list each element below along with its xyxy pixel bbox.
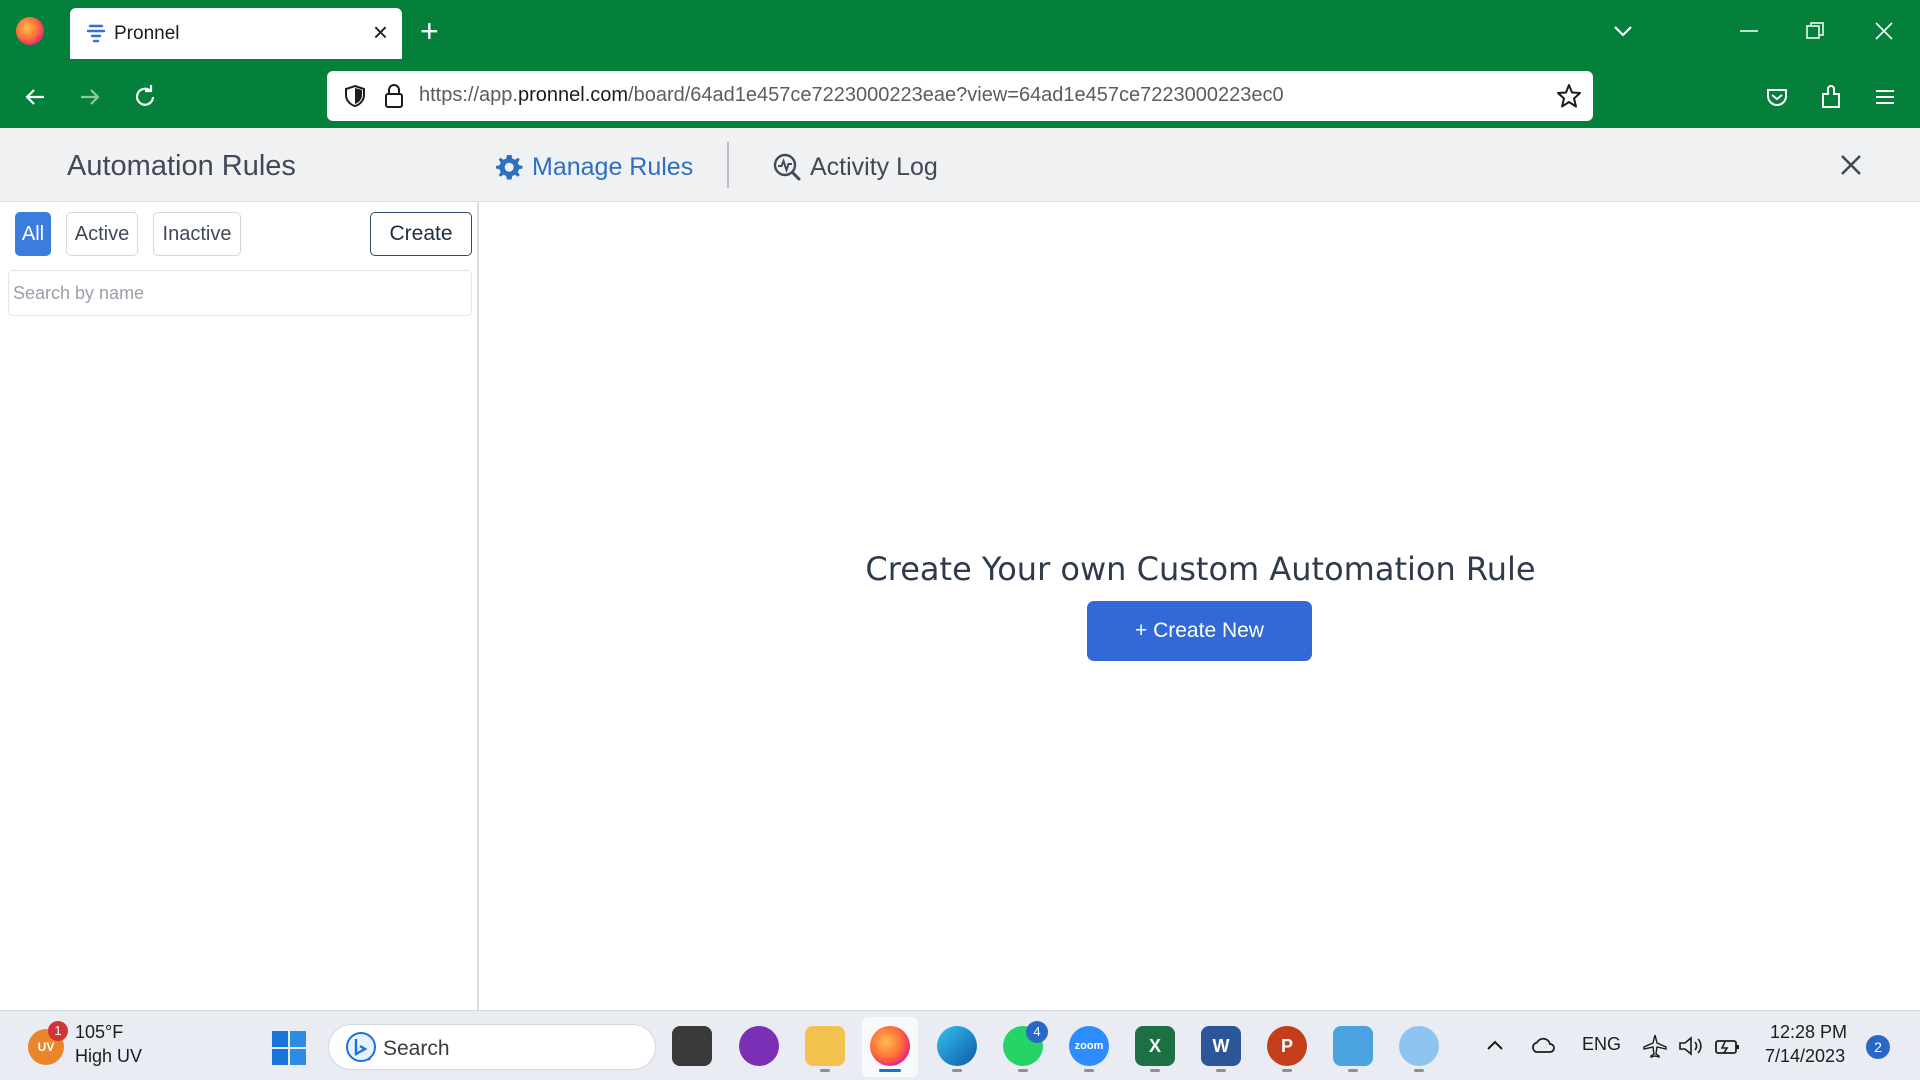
- bookmark-star-icon[interactable]: [1555, 82, 1583, 110]
- address-bar[interactable]: https://app.pronnel.com/board/64ad1e457c…: [327, 71, 1593, 121]
- edge-icon[interactable]: [937, 1026, 977, 1066]
- create-new-button[interactable]: + Create New: [1087, 601, 1312, 661]
- running-indicator: [1348, 1069, 1358, 1072]
- battery-icon[interactable]: [1714, 1033, 1740, 1059]
- clock-date[interactable]: 7/14/2023: [1765, 1046, 1845, 1067]
- list-tabs-chevron-icon[interactable]: [1610, 18, 1636, 44]
- windows-start-icon[interactable]: [271, 1030, 307, 1066]
- firefox-icon[interactable]: [16, 17, 44, 45]
- chevron-up-icon[interactable]: [1482, 1033, 1508, 1059]
- taskview-app-icon[interactable]: [672, 1026, 712, 1066]
- reload-icon[interactable]: [130, 82, 160, 112]
- browser-nav-bar: https://app.pronnel.com/board/64ad1e457c…: [0, 66, 1920, 128]
- running-indicator: [952, 1069, 962, 1072]
- language-indicator[interactable]: ENG: [1582, 1034, 1621, 1055]
- powerpoint-icon[interactable]: P: [1267, 1026, 1307, 1066]
- page-title: Automation Rules: [67, 150, 296, 182]
- running-indicator: [820, 1069, 830, 1072]
- back-arrow-icon[interactable]: [20, 82, 50, 112]
- excel-icon[interactable]: X: [1135, 1026, 1175, 1066]
- filter-all-button[interactable]: All: [15, 212, 51, 256]
- menu-hamburger-icon[interactable]: [1870, 82, 1900, 112]
- window-close-icon[interactable]: [1872, 18, 1896, 44]
- active-indicator: [879, 1069, 901, 1072]
- create-button[interactable]: Create: [370, 212, 472, 256]
- tab-close-icon[interactable]: ×: [373, 19, 388, 45]
- browser-tab[interactable]: Pronnel ×: [70, 8, 402, 59]
- notification-badge[interactable]: 2: [1866, 1035, 1890, 1059]
- activity-log-label: Activity Log: [810, 152, 938, 181]
- running-indicator: [1084, 1069, 1094, 1072]
- filter-active-button[interactable]: Active: [66, 212, 138, 256]
- close-icon[interactable]: [1836, 150, 1866, 180]
- empty-state-title: Create Your own Custom Automation Rule: [865, 550, 1536, 588]
- tab-activity-log[interactable]: Activity Log: [772, 150, 938, 184]
- filter-inactive-button[interactable]: Inactive: [153, 212, 241, 256]
- lock-icon[interactable]: [383, 83, 405, 109]
- search-input[interactable]: Search by name: [8, 270, 472, 316]
- firefox-taskbar-icon[interactable]: [870, 1026, 910, 1066]
- gear-icon: [496, 155, 523, 180]
- file-explorer-icon[interactable]: [805, 1026, 845, 1066]
- tab-manage-rules[interactable]: Manage Rules: [494, 150, 693, 184]
- running-indicator: [1216, 1069, 1226, 1072]
- manage-rules-label: Manage Rules: [532, 152, 694, 181]
- volume-icon[interactable]: [1677, 1033, 1703, 1059]
- forward-arrow-icon[interactable]: [75, 82, 105, 112]
- taskbar-search-label: Search: [383, 1037, 450, 1060]
- notepad-icon[interactable]: [1333, 1026, 1373, 1066]
- airplane-mode-icon[interactable]: [1642, 1033, 1668, 1059]
- rules-sidebar: All Active Inactive Create Search by nam…: [0, 202, 479, 1010]
- tab-title: Pronnel: [114, 23, 180, 44]
- header-divider: [727, 142, 729, 188]
- running-indicator: [1150, 1069, 1160, 1072]
- bing-icon[interactable]: [345, 1031, 377, 1063]
- clock-time[interactable]: 12:28 PM: [1770, 1022, 1847, 1043]
- rules-main-area: Create Your own Custom Automation Rule +…: [481, 202, 1920, 1010]
- taskbar-search[interactable]: Search: [328, 1024, 656, 1070]
- weather-description[interactable]: High UV: [75, 1046, 142, 1067]
- pronnel-favicon-icon: [86, 24, 106, 43]
- restore-icon[interactable]: [1806, 22, 1824, 40]
- whatsapp-badge: 4: [1026, 1021, 1048, 1043]
- word-icon[interactable]: W: [1201, 1026, 1241, 1066]
- running-indicator: [1414, 1069, 1424, 1072]
- weather-alert-badge: 1: [48, 1021, 68, 1041]
- browser-tab-bar: Pronnel × +: [0, 0, 1920, 66]
- running-indicator: [1282, 1069, 1292, 1072]
- zoom-icon[interactable]: zoom: [1069, 1026, 1109, 1066]
- mask-app-icon[interactable]: [739, 1026, 779, 1066]
- new-tab-button[interactable]: +: [420, 14, 439, 48]
- weather-temperature[interactable]: 105°F: [75, 1022, 123, 1043]
- paint-icon[interactable]: [1399, 1026, 1439, 1066]
- automation-header: Automation Rules Manage Rules Activity L…: [0, 128, 1920, 202]
- extensions-icon[interactable]: [1816, 82, 1846, 112]
- url-text: https://app.pronnel.com/board/64ad1e457c…: [419, 84, 1284, 106]
- windows-taskbar: UV 1 105°F High UV Search 4 zoom X W P E…: [0, 1010, 1920, 1080]
- activity-search-icon: [773, 153, 801, 181]
- onedrive-cloud-icon[interactable]: [1530, 1033, 1556, 1059]
- shield-icon[interactable]: [343, 84, 367, 108]
- running-indicator: [1018, 1069, 1028, 1072]
- pocket-icon[interactable]: [1762, 82, 1792, 112]
- minimize-icon[interactable]: [1738, 18, 1760, 44]
